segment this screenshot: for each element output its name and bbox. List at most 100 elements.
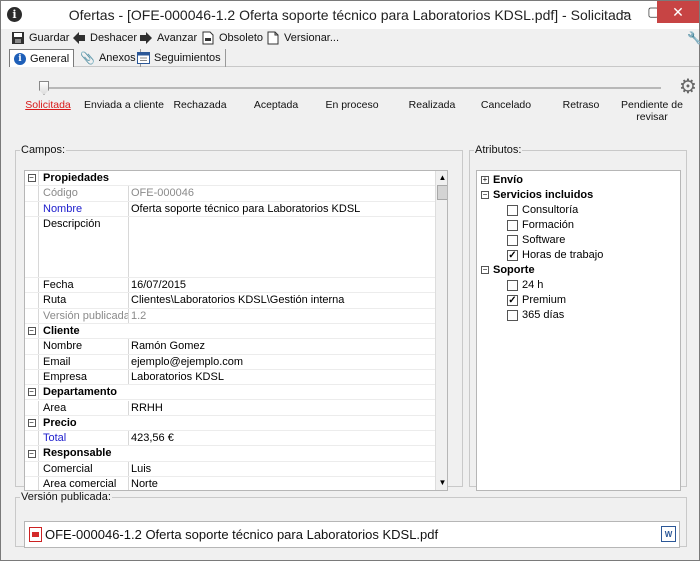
scroll-down-icon[interactable]: ▼	[436, 476, 447, 489]
versionar-button[interactable]: Versionar...	[266, 30, 339, 46]
tree-node-servicios[interactable]: − Servicios incluidos	[481, 188, 593, 202]
table-row[interactable]: Versión publicada 1.2	[25, 308, 435, 324]
gear-icon[interactable]: ⚙	[679, 77, 697, 97]
field-label: Email	[39, 354, 129, 369]
group-precio[interactable]: − Precio	[25, 415, 435, 432]
tab-general[interactable]: i General	[9, 49, 75, 67]
workflow-slider-thumb[interactable]	[39, 81, 49, 95]
table-row[interactable]: Area RRHH	[25, 400, 435, 416]
checkbox-icon[interactable]	[507, 234, 518, 246]
checkbox-365-dias[interactable]: 365 días	[507, 308, 564, 322]
expand-icon[interactable]: +	[481, 176, 489, 184]
application-window: i Ofertas - [OFE-000046-1.2 Oferta sopor…	[0, 0, 700, 561]
attribute-tree: + Envío − Servicios incluidos Consultoría …	[476, 170, 681, 491]
workflow-step[interactable]: En proceso	[307, 99, 397, 111]
collapse-icon[interactable]: −	[27, 418, 36, 427]
obsolete-button[interactable]: Obsoleto	[201, 30, 263, 46]
checkbox-icon[interactable]	[507, 279, 518, 291]
checkbox-horas-de-trabajo[interactable]: ✓ Horas de trabajo	[507, 248, 603, 262]
checkbox-premium[interactable]: ✓ Premium	[507, 293, 566, 307]
vertical-scrollbar[interactable]: ▲ ▼	[435, 171, 447, 490]
collapse-icon[interactable]: −	[481, 191, 489, 199]
field-label: Total	[39, 431, 129, 446]
window-title: Ofertas - [OFE-000046-1.2 Oferta soporte…	[68, 7, 632, 23]
version-panel: Versión publicada: OFE-000046-1.2 Oferta…	[15, 491, 687, 548]
checkbox-icon[interactable]	[507, 219, 518, 231]
checkbox-formacion[interactable]: Formación	[507, 218, 574, 232]
collapse-icon[interactable]: −	[481, 266, 489, 274]
group-departamento[interactable]: − Departamento	[25, 385, 435, 401]
workflow-step[interactable]: Pendiente de revisar	[609, 99, 695, 123]
field-value[interactable]: 16/07/2015	[129, 278, 435, 292]
field-value[interactable]: Oferta soporte técnico para Laboratorios…	[129, 202, 435, 216]
checkbox-software[interactable]: Software	[507, 233, 565, 247]
title-bar: i Ofertas - [OFE-000046-1.2 Oferta sopor…	[1, 1, 699, 29]
group-title: Cliente	[43, 325, 80, 337]
minimize-button[interactable]: –	[611, 1, 640, 23]
field-value[interactable]: RRHH	[129, 401, 435, 415]
pdf-icon	[29, 527, 42, 542]
checkbox-24h[interactable]: 24 h	[507, 278, 543, 292]
table-row[interactable]: Nombre Ramón Gomez	[25, 339, 435, 355]
table-row[interactable]: Código OFE-000046	[25, 186, 435, 202]
checkbox-label: Premium	[522, 294, 567, 306]
checkmark-icon[interactable]: ✓	[507, 294, 518, 306]
checkbox-consultoria[interactable]: Consultoría	[507, 203, 578, 217]
table-row[interactable]: Nombre Oferta soporte técnico para Labora…	[25, 201, 435, 217]
table-row[interactable]: Comercial Luis	[25, 461, 435, 477]
published-version-box[interactable]: OFE-000046-1.2 Oferta soporte técnico pa…	[24, 521, 680, 548]
word-icon[interactable]: W	[661, 526, 676, 542]
checkbox-icon[interactable]	[507, 204, 518, 216]
wrench-icon[interactable]: 🔧	[687, 31, 700, 45]
field-value[interactable]: Laboratorios KDSL	[129, 370, 435, 384]
table-row[interactable]: Descripción	[25, 216, 435, 279]
field-value[interactable]: Ramón Gomez	[129, 339, 435, 353]
toolbar: Guardar Deshacer Avanzar Obsoleto Versio…	[9, 29, 700, 47]
collapse-icon[interactable]: −	[27, 449, 36, 458]
close-button[interactable]: ✕	[657, 1, 699, 23]
field-label: Nombre	[39, 201, 129, 216]
tree-label: Soporte	[493, 264, 535, 276]
table-row[interactable]: Area comercial Norte	[25, 477, 435, 490]
atributos-panel: Atributos: + Envío − Servicios incluidos C…	[469, 144, 687, 491]
advance-button[interactable]: Avanzar	[139, 30, 197, 46]
tree-node-envio[interactable]: + Envío	[481, 173, 523, 187]
tree-label: Envío	[493, 174, 523, 186]
tab-anexos[interactable]: 📎 Anexos	[76, 49, 141, 67]
field-value[interactable]: ejemplo@ejemplo.com	[129, 355, 435, 369]
version-legend: Versión publicada:	[21, 491, 111, 503]
checkbox-icon[interactable]	[507, 309, 518, 321]
field-value[interactable]: 423,56 €	[129, 431, 435, 445]
scroll-up-icon[interactable]: ▲	[436, 171, 447, 184]
calendar-icon	[137, 52, 150, 64]
undo-button[interactable]: Deshacer	[72, 30, 137, 46]
collapse-icon[interactable]: −	[27, 327, 36, 336]
checkmark-icon[interactable]: ✓	[507, 249, 518, 261]
save-button[interactable]: Guardar	[11, 30, 69, 46]
atributos-legend: Atributos:	[475, 144, 522, 156]
workflow-track: ⚙ Solicitada Enviada a cliente Rechazada…	[1, 73, 699, 143]
tab-bar: i General 📎 Anexos Seguimientos	[9, 49, 699, 67]
table-row[interactable]: Empresa Laboratorios KDSL	[25, 369, 435, 386]
table-row[interactable]: Ruta Clientes\Laboratorios KDSL\Gestión i…	[25, 293, 435, 309]
field-label: Fecha	[39, 278, 129, 293]
collapse-icon[interactable]: −	[27, 388, 36, 397]
group-responsable[interactable]: − Responsable	[25, 446, 435, 462]
tree-node-soporte[interactable]: − Soporte	[481, 263, 535, 277]
group-cliente[interactable]: − Cliente	[25, 324, 435, 340]
published-file-name[interactable]: OFE-000046-1.2 Oferta soporte técnico pa…	[45, 527, 438, 542]
table-row[interactable]: Total 423,56 €	[25, 431, 435, 447]
field-value[interactable]: Luis	[129, 462, 435, 476]
scroll-thumb[interactable]	[437, 185, 447, 200]
description-field[interactable]	[129, 217, 435, 277]
group-title: Precio	[43, 416, 77, 429]
table-row[interactable]: Fecha 16/07/2015	[25, 278, 435, 294]
collapse-icon[interactable]: −	[27, 174, 36, 183]
field-value[interactable]: Clientes\Laboratorios KDSL\Gestión inter…	[129, 293, 435, 307]
paperclip-icon: 📎	[80, 51, 95, 65]
table-row[interactable]: Email ejemplo@ejemplo.com	[25, 354, 435, 370]
field-value[interactable]: Norte	[129, 477, 435, 490]
tab-seguimientos[interactable]: Seguimientos	[133, 49, 226, 67]
group-propiedades[interactable]: − Propiedades	[25, 171, 435, 187]
field-label: Empresa	[39, 369, 129, 385]
